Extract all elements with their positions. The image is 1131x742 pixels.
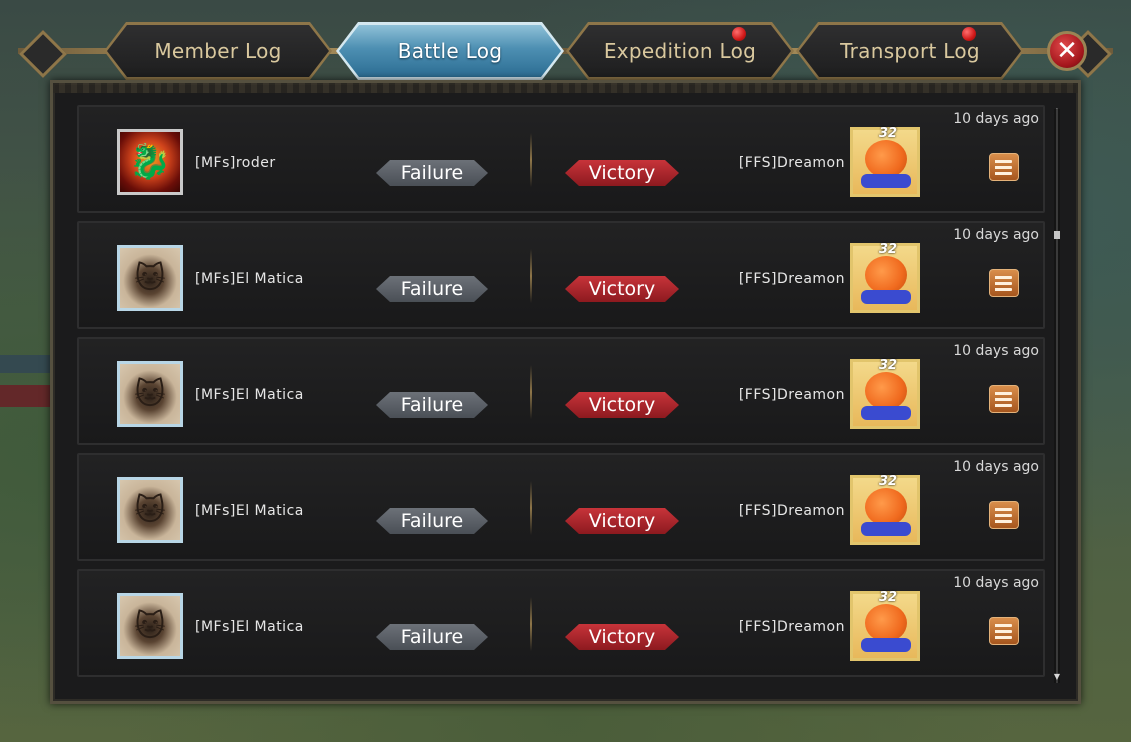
avatar-collar xyxy=(861,290,911,304)
background-banner xyxy=(0,385,52,407)
avatar-face xyxy=(865,256,907,294)
scroll-down-icon[interactable]: ▼ xyxy=(1053,673,1061,681)
attacker-name: [MFs]El Matica xyxy=(195,271,304,287)
attacker-name: [MFs]El Matica xyxy=(195,619,304,635)
defender-level: 32 xyxy=(879,474,898,489)
tab-label: Battle Log xyxy=(397,39,503,63)
tab-bar: Member Log Battle Log Expedition Log Tra… xyxy=(18,20,1113,84)
avatar-collar xyxy=(861,406,911,420)
attacker-avatar[interactable]: 🐱 xyxy=(117,245,183,311)
attacker-avatar[interactable]: 🐉 xyxy=(117,129,183,195)
defender-result-badge: Victory xyxy=(565,624,679,650)
defender-avatar[interactable]: 32 xyxy=(850,126,920,197)
battle-details-button[interactable] xyxy=(989,501,1019,529)
attacker-result-badge: Failure xyxy=(376,508,488,534)
close-icon: ✕ xyxy=(1056,36,1078,66)
avatar-collar xyxy=(861,522,911,536)
battle-row: 🐱 [MFs]El Matica Failure Victory [FFS]Dr… xyxy=(77,337,1045,445)
attacker-name: [MFs]El Matica xyxy=(195,503,304,519)
tab-transport-log[interactable]: Transport Log xyxy=(796,22,1024,80)
avatar-collar xyxy=(861,174,911,188)
battle-row: 🐱 [MFs]El Matica Failure Victory [FFS]Dr… xyxy=(77,221,1045,329)
tab-expedition-log[interactable]: Expedition Log xyxy=(566,22,794,80)
battle-time: 10 days ago xyxy=(953,459,1039,475)
defender-name: [FFS]Dreamon xyxy=(738,155,845,171)
avatar-collar xyxy=(861,638,911,652)
avatar-face xyxy=(865,488,907,526)
defender-name: [FFS]Dreamon xyxy=(738,503,845,519)
battle-row: 🐉 [MFs]roder Failure Victory [FFS]Dreamo… xyxy=(77,105,1045,213)
notification-dot xyxy=(962,27,976,41)
avatar-face xyxy=(865,140,907,178)
attacker-result-badge: Failure xyxy=(376,392,488,418)
defender-avatar[interactable]: 32 xyxy=(850,474,920,545)
attacker-avatar[interactable]: 🐱 xyxy=(117,477,183,543)
battle-details-button[interactable] xyxy=(989,617,1019,645)
battle-time: 10 days ago xyxy=(953,227,1039,243)
notification-dot xyxy=(732,27,746,41)
tab-label: Member Log xyxy=(154,39,282,63)
divider xyxy=(530,597,532,651)
battle-log-panel: 🐉 [MFs]roder Failure Victory [FFS]Dreamo… xyxy=(50,80,1081,704)
cat-icon: 🐱 xyxy=(134,492,166,528)
tab-label: Expedition Log xyxy=(603,39,757,63)
battle-row: 🐱 [MFs]El Matica Failure Victory [FFS]Dr… xyxy=(77,453,1045,561)
cat-icon: 🐱 xyxy=(134,260,166,296)
defender-avatar[interactable]: 32 xyxy=(850,358,920,429)
defender-avatar[interactable]: 32 xyxy=(850,242,920,313)
defender-level: 32 xyxy=(879,242,898,257)
scrollbar-track xyxy=(1056,109,1058,683)
cat-icon: 🐱 xyxy=(134,376,166,412)
battle-time: 10 days ago xyxy=(953,575,1039,591)
tab-battle-log[interactable]: Battle Log xyxy=(336,22,564,80)
divider xyxy=(530,365,532,419)
battle-details-button[interactable] xyxy=(989,385,1019,413)
defender-result-badge: Victory xyxy=(565,276,679,302)
scrollbar-thumb[interactable] xyxy=(1054,231,1060,239)
ornament-left xyxy=(18,29,68,79)
avatar-face xyxy=(865,372,907,410)
divider xyxy=(530,133,532,187)
battle-row: 🐱 [MFs]El Matica Failure Victory [FFS]Dr… xyxy=(77,569,1045,677)
cat-icon: 🐱 xyxy=(134,608,166,644)
defender-avatar[interactable]: 32 xyxy=(850,590,920,661)
defender-level: 32 xyxy=(879,590,898,605)
attacker-result-badge: Failure xyxy=(376,624,488,650)
list-icon xyxy=(995,391,1012,395)
background-banner xyxy=(0,355,52,373)
defender-name: [FFS]Dreamon xyxy=(738,387,845,403)
divider xyxy=(530,481,532,535)
attacker-name: [MFs]El Matica xyxy=(195,387,304,403)
defender-result-badge: Victory xyxy=(565,508,679,534)
tab-member-log[interactable]: Member Log xyxy=(104,22,332,80)
battle-details-button[interactable] xyxy=(989,153,1019,181)
defender-result-badge: Victory xyxy=(565,160,679,186)
close-button[interactable]: ✕ xyxy=(1047,31,1087,71)
defender-level: 32 xyxy=(879,126,898,141)
attacker-avatar[interactable]: 🐱 xyxy=(117,593,183,659)
list-icon xyxy=(995,507,1012,511)
tab-label: Transport Log xyxy=(840,39,980,63)
attacker-result-badge: Failure xyxy=(376,276,488,302)
attacker-name: [MFs]roder xyxy=(195,155,276,171)
list-icon xyxy=(995,623,1012,627)
list-icon xyxy=(995,275,1012,279)
divider xyxy=(530,249,532,303)
battle-details-button[interactable] xyxy=(989,269,1019,297)
defender-name: [FFS]Dreamon xyxy=(738,271,845,287)
battle-time: 10 days ago xyxy=(953,111,1039,127)
list-icon xyxy=(995,159,1012,163)
defender-level: 32 xyxy=(879,358,898,373)
attacker-avatar[interactable]: 🐱 xyxy=(117,361,183,427)
defender-result-badge: Victory xyxy=(565,392,679,418)
battle-time: 10 days ago xyxy=(953,343,1039,359)
dragon-icon: 🐉 xyxy=(128,142,172,182)
battle-list: 🐉 [MFs]roder Failure Victory [FFS]Dreamo… xyxy=(77,105,1045,685)
panel-trim xyxy=(53,83,1078,93)
avatar-face xyxy=(865,604,907,642)
defender-name: [FFS]Dreamon xyxy=(738,619,845,635)
scrollbar[interactable] xyxy=(1054,109,1060,683)
attacker-result-badge: Failure xyxy=(376,160,488,186)
